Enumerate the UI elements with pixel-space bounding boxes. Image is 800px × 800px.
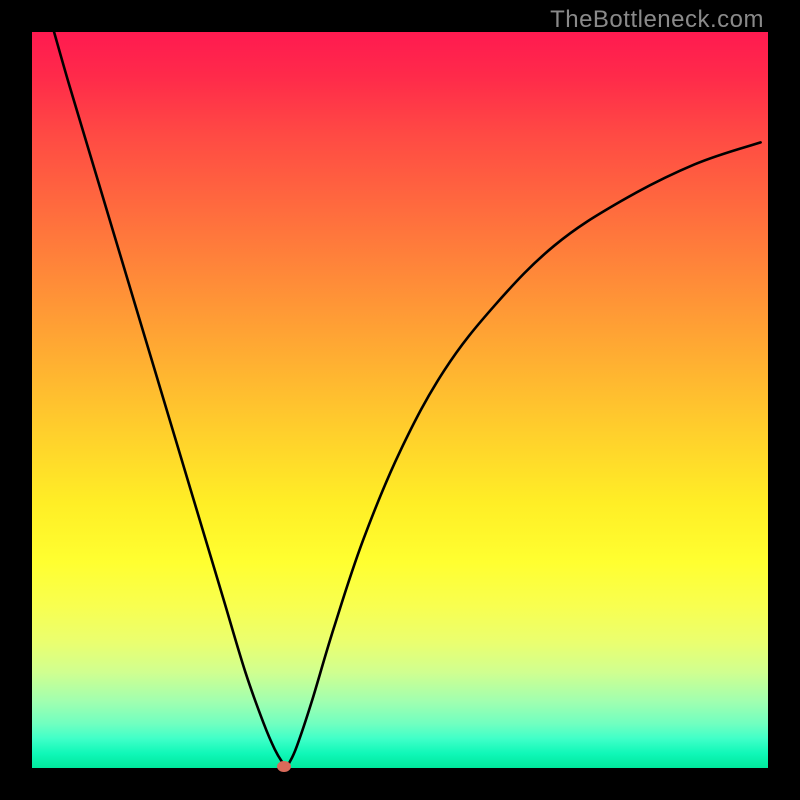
curve-svg	[32, 32, 768, 768]
bottleneck-curve	[54, 32, 761, 766]
watermark-text: TheBottleneck.com	[550, 6, 764, 34]
plot-area	[32, 32, 768, 768]
minimum-marker	[277, 761, 291, 772]
chart-frame: TheBottleneck.com	[0, 0, 800, 800]
